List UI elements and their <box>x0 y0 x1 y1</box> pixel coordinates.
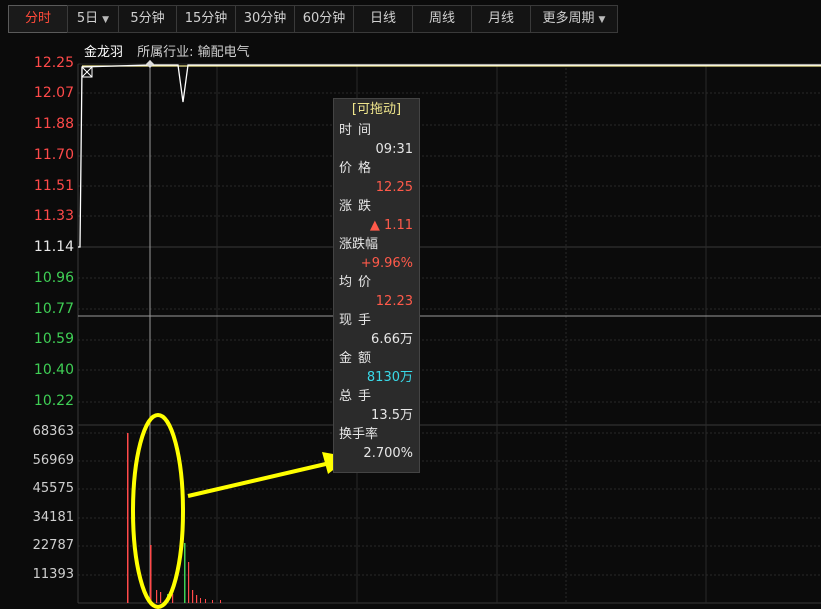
tooltip-value-current-volume: 6.66万 <box>371 332 413 347</box>
price-tick: 11.51 <box>33 178 74 194</box>
volume-tick: 45575 <box>32 481 74 496</box>
volume-tick: 34181 <box>32 510 74 525</box>
price-tick: 10.22 <box>33 393 74 409</box>
chart-grid <box>77 63 821 604</box>
tooltip-value-change-pct: +9.96% <box>360 256 413 271</box>
annotation-arrow <box>187 452 350 498</box>
volume-tick: 22787 <box>32 538 74 553</box>
tooltip-value-time: 09:31 <box>375 142 413 157</box>
tooltip-label-change: 涨跌 <box>339 199 378 214</box>
tooltip-label-current-volume: 现手 <box>339 313 378 328</box>
tooltip-drag-header[interactable]: [可拖动] <box>334 99 419 121</box>
price-tick: 10.40 <box>33 362 74 378</box>
tooltip-label-change-pct: 涨跌幅 <box>339 237 379 252</box>
price-line <box>78 64 821 248</box>
price-tick: 10.59 <box>33 331 74 347</box>
tooltip-label-total-volume: 总手 <box>339 389 378 404</box>
price-tick: 10.96 <box>33 270 74 286</box>
price-tick: 11.88 <box>33 116 74 132</box>
price-tick: 11.70 <box>33 147 74 163</box>
tooltip-value-amount: 8130万 <box>366 370 413 385</box>
tooltip-label-price: 价格 <box>339 161 378 176</box>
tooltip-value-avg-price: 12.23 <box>375 294 413 309</box>
tooltip-value-change: ▲ 1.11 <box>369 218 413 233</box>
volume-tick: 11393 <box>32 567 74 582</box>
tooltip-label-time: 时间 <box>339 123 378 138</box>
data-tooltip-panel[interactable]: [可拖动] 时间 09:31 价格 12.25 涨跌 ▲ 1.11 涨跌幅 +9… <box>333 98 420 473</box>
annotation-ellipse <box>131 413 185 609</box>
tooltip-label-amount: 金额 <box>339 351 378 366</box>
crosshair-marker-icon <box>146 60 154 68</box>
price-tick: 11.33 <box>33 208 74 224</box>
price-tick: 12.07 <box>33 85 74 101</box>
price-tick: 10.77 <box>33 301 74 317</box>
tooltip-value-price: 12.25 <box>375 180 413 195</box>
volume-tick: 68363 <box>32 424 74 439</box>
open-marker-icon <box>81 66 93 78</box>
price-reference-tick: 11.14 <box>33 239 74 255</box>
tooltip-value-turnover: 2.700% <box>363 446 413 461</box>
tooltip-label-avg-price: 均价 <box>339 275 378 290</box>
tooltip-label-turnover: 换手率 <box>339 427 379 442</box>
tooltip-value-total-volume: 13.5万 <box>371 408 413 423</box>
price-tick: 12.25 <box>33 55 74 71</box>
volume-tick: 56969 <box>32 453 74 468</box>
